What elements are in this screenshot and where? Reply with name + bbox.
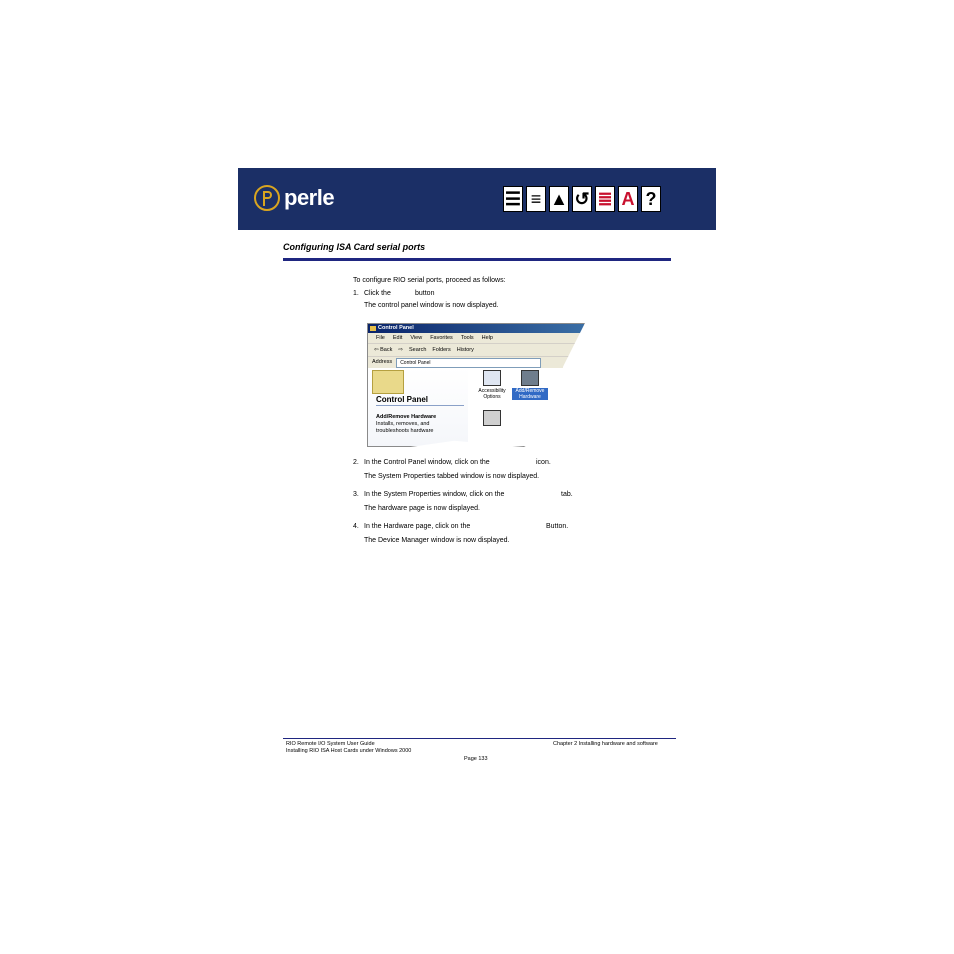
hardware-icon[interactable] xyxy=(521,370,539,386)
step-pre: Click the xyxy=(364,290,391,297)
selected-item-name: Add/Remove Hardware xyxy=(376,414,437,420)
step-4: 4. In the Hardware page, click on the Bu… xyxy=(353,523,568,530)
step-pre: In the Control Panel window, click on th… xyxy=(364,459,490,466)
accessibility-icon[interactable] xyxy=(483,370,501,386)
title-rule xyxy=(283,258,671,261)
address-bar: Address Control Panel xyxy=(368,356,584,368)
control-panel-sidebar: Control Panel Add/Remove Hardware Instal… xyxy=(368,368,468,446)
toolbar: ⇦ Back ⇨ Search Folders History xyxy=(368,343,584,356)
control-panel-body: Control Panel Add/Remove Hardware Instal… xyxy=(368,368,584,446)
step-pre: In the Hardware page, click on the xyxy=(364,523,471,530)
footer-guide: RIO Remote I/O System User Guide xyxy=(286,741,375,747)
step-post: icon. xyxy=(536,459,551,466)
history-button[interactable]: History xyxy=(457,344,474,356)
step-2-result: The System Properties tabbed window is n… xyxy=(364,473,540,480)
nav-icons: ☰ ≡ ▲ ↺ ≣ A ? xyxy=(503,186,661,212)
menu-favorites[interactable]: Favorites xyxy=(430,333,453,343)
search-button[interactable]: Search xyxy=(409,344,426,356)
add-remove-hardware-label[interactable]: Add/Remove Hardware xyxy=(512,388,548,400)
forward-button[interactable]: ⇨ xyxy=(398,344,403,356)
step-number: 3. xyxy=(353,491,359,498)
step-1-result: The control panel window is now displaye… xyxy=(364,302,499,309)
selected-item-desc: Installs, removes, and troubleshoots har… xyxy=(376,421,434,434)
notes-icon[interactable]: ≣ xyxy=(595,186,615,212)
menu-view[interactable]: View xyxy=(410,333,422,343)
accessibility-label[interactable]: Accessibility Options xyxy=(472,388,512,400)
intro-text: To configure RIO serial ports, proceed a… xyxy=(353,277,506,284)
menu-help[interactable]: Help xyxy=(482,333,493,343)
top-icon[interactable]: ▲ xyxy=(549,186,569,212)
perle-logo-icon xyxy=(254,185,280,211)
step-2: 2. In the Control Panel window, click on… xyxy=(353,459,551,466)
menu-bar: File Edit View Favorites Tools Help xyxy=(368,333,584,343)
control-panel-window: Control Panel File Edit View Favorites T… xyxy=(367,323,585,447)
address-label: Address xyxy=(372,359,393,365)
footer-subtitle: Installing RIO ISA Host Cards under Wind… xyxy=(286,748,412,754)
folder-icon xyxy=(370,326,376,331)
header-banner: perle ☰ ≡ ▲ ↺ ≣ A ? xyxy=(238,168,716,230)
step-1: 1. Click the button xyxy=(353,290,434,297)
address-field[interactable]: Control Panel xyxy=(396,358,542,368)
step-pre: In the System Properties window, click o… xyxy=(364,491,505,498)
back-icon[interactable]: ↺ xyxy=(572,186,592,212)
printer-icon[interactable] xyxy=(483,410,501,426)
panel-title: Control Panel xyxy=(376,395,429,404)
folders-button[interactable]: Folders xyxy=(432,344,450,356)
step-number: 2. xyxy=(353,459,359,466)
menu-file[interactable]: File xyxy=(376,333,385,343)
section-title: Configuring ISA Card serial ports xyxy=(283,242,426,252)
text-icon[interactable]: A xyxy=(618,186,638,212)
footer-page: Page 133 xyxy=(464,756,488,762)
help-icon[interactable]: ? xyxy=(641,186,661,212)
step-4-result: The Device Manager window is now display… xyxy=(364,537,510,544)
menu-tools[interactable]: Tools xyxy=(461,333,474,343)
window-title: Control Panel xyxy=(378,325,414,331)
control-panel-screenshot: Control Panel File Edit View Favorites T… xyxy=(367,323,589,449)
step-post: Button. xyxy=(546,523,569,530)
step-3: 3. In the System Properties window, clic… xyxy=(353,491,573,498)
menu-edit[interactable]: Edit xyxy=(393,333,402,343)
footer-rule xyxy=(283,738,676,739)
panel-divider xyxy=(376,405,464,406)
back-button[interactable]: ⇦ Back xyxy=(374,344,392,356)
step-number: 1. xyxy=(353,290,359,297)
logo-text: perle xyxy=(284,185,335,210)
window-titlebar: Control Panel xyxy=(368,324,584,333)
index-icon[interactable]: ≡ xyxy=(526,186,546,212)
footer-chapter: Chapter 2 Installing hardware and softwa… xyxy=(553,741,658,747)
step-3-result: The hardware page is now displayed. xyxy=(364,505,480,512)
step-post: button xyxy=(415,290,435,297)
contents-icon[interactable]: ☰ xyxy=(503,186,523,212)
step-post: tab. xyxy=(561,491,573,498)
step-number: 4. xyxy=(353,523,359,530)
control-panel-graphic-icon xyxy=(372,370,404,394)
perle-logo[interactable]: perle xyxy=(254,185,335,211)
